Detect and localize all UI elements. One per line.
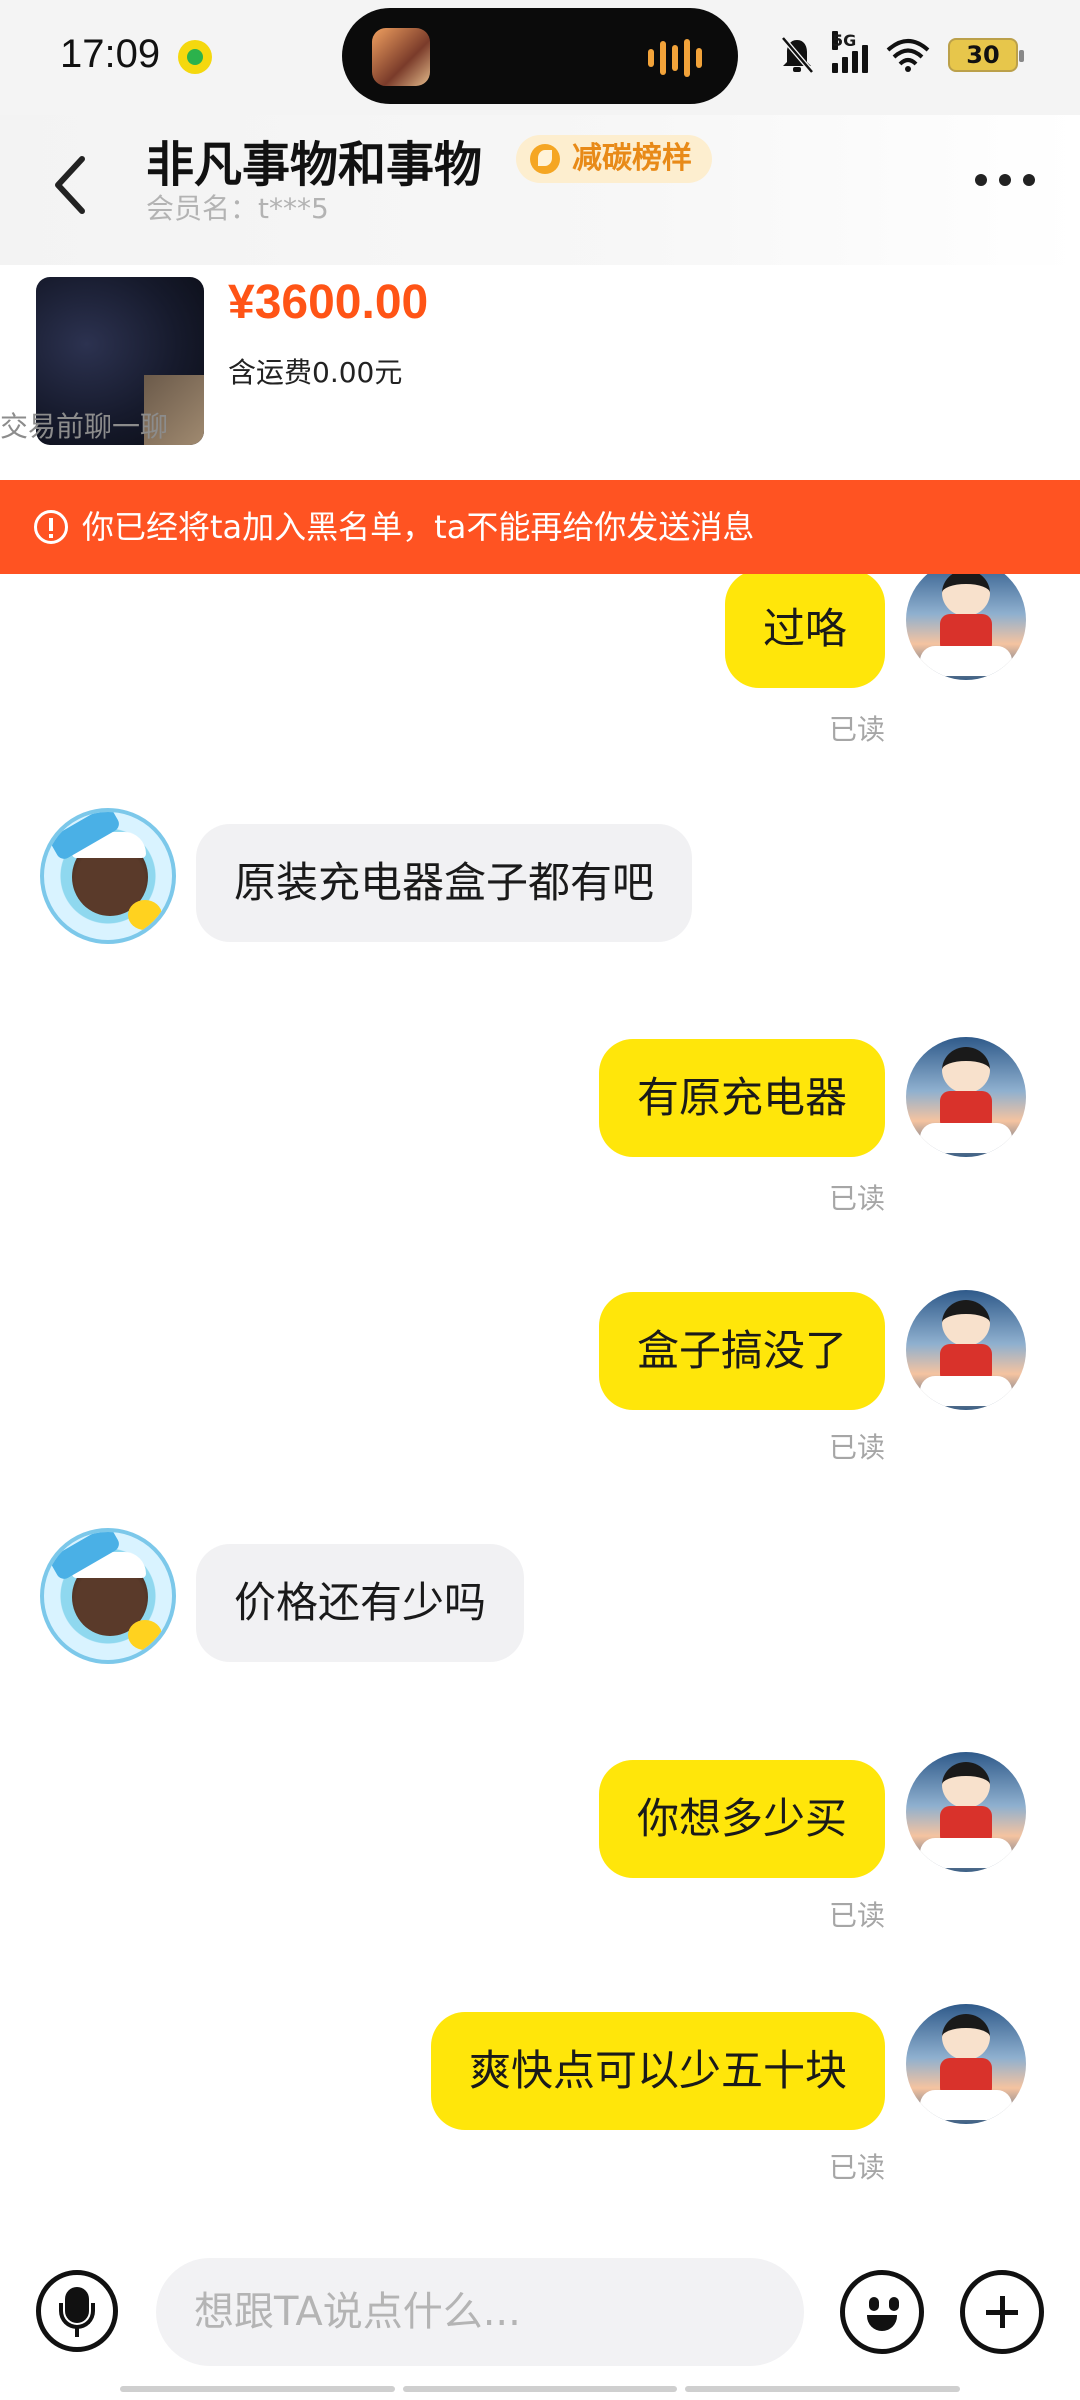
my-avatar[interactable] <box>906 1290 1026 1410</box>
audio-wave-icon <box>648 38 708 78</box>
my-avatar[interactable] <box>906 1752 1026 1872</box>
leaf-icon <box>530 144 560 174</box>
badge-label: 减碳榜样 <box>572 141 692 176</box>
voice-input-button[interactable] <box>36 2270 118 2352</box>
message-bubble-outgoing[interactable]: 盒子搞没了 <box>598 1292 885 1410</box>
message-bubble-outgoing[interactable]: 爽快点可以少五十块 <box>430 2012 885 2130</box>
chat-header: 非凡事物和事物 减碳榜样 会员名：t***5 <box>0 115 1080 265</box>
read-status: 已读 <box>828 713 885 746</box>
read-status: 已读 <box>828 1182 885 1215</box>
shipping-info: 含运费0.00元 <box>228 356 403 389</box>
banner-text: 你已经将ta加入黑名单，ta不能再给你发送消息 <box>82 508 755 546</box>
dot-icon <box>1023 174 1035 186</box>
now-playing-thumbnail <box>372 28 430 86</box>
network-label: 5G <box>832 31 857 50</box>
input-bar <box>0 2234 1080 2400</box>
product-price: ¥3600.00 <box>228 276 429 329</box>
read-status: 已读 <box>828 1431 885 1464</box>
mute-bell-icon <box>781 36 814 74</box>
read-status: 已读 <box>828 2151 885 2184</box>
microphone-stand <box>59 2303 95 2329</box>
shop-name[interactable]: 非凡事物和事物 <box>146 125 482 195</box>
emoji-eye <box>889 2297 899 2311</box>
emoji-button[interactable] <box>840 2270 924 2354</box>
status-time: 17:09 <box>60 32 161 76</box>
message-bubble-incoming[interactable]: 价格还有少吗 <box>196 1544 525 1662</box>
signal-icon: 5G <box>832 31 868 73</box>
chat-note: 交易前聊一聊 <box>0 410 169 443</box>
message-bubble-outgoing[interactable]: 你想多少买 <box>598 1760 885 1878</box>
microphone-leg <box>75 2327 79 2337</box>
dot-icon <box>999 174 1011 186</box>
seller-avatar[interactable] <box>40 1528 176 1664</box>
my-avatar[interactable] <box>906 574 1026 680</box>
message-list[interactable]: 过咯 已读 原装充电器盒子都有吧 有原充电器 已读 盒子搞没了 已读 价格还有少… <box>0 574 1080 2234</box>
status-bar: 17:09 5G 30 <box>0 0 1080 115</box>
my-avatar[interactable] <box>906 1037 1026 1157</box>
emoji-mouth <box>867 2315 897 2331</box>
message-input[interactable] <box>156 2258 804 2366</box>
blacklist-banner: 你已经将ta加入黑名单，ta不能再给你发送消息 <box>0 480 1080 574</box>
gesture-bar <box>120 2386 961 2392</box>
member-name: 会员名：t***5 <box>146 192 329 225</box>
read-status: 已读 <box>828 1899 885 1932</box>
seller-avatar[interactable] <box>40 808 176 944</box>
emoji-eye <box>869 2297 879 2311</box>
battery-icon: 30 <box>948 38 1024 72</box>
back-button[interactable] <box>48 145 98 225</box>
dynamic-island[interactable] <box>342 8 738 104</box>
dot-icon <box>975 174 987 186</box>
music-app-icon <box>178 40 212 74</box>
wifi-icon <box>886 39 930 72</box>
message-bubble-outgoing[interactable]: 过咯 <box>724 574 885 688</box>
add-attachment-button[interactable] <box>960 2270 1044 2354</box>
more-options-button[interactable] <box>970 165 1040 195</box>
message-bubble-incoming[interactable]: 原装充电器盒子都有吧 <box>196 824 693 942</box>
message-bubble-outgoing[interactable]: 有原充电器 <box>598 1039 885 1157</box>
status-icons: 5G 30 <box>780 31 1024 74</box>
my-avatar[interactable] <box>906 2004 1026 2124</box>
carbon-badge[interactable]: 减碳榜样 <box>516 135 712 183</box>
product-card[interactable]: ¥3600.00 含运费0.00元 交易前聊一聊 <box>0 265 1080 480</box>
alert-icon <box>34 510 68 544</box>
